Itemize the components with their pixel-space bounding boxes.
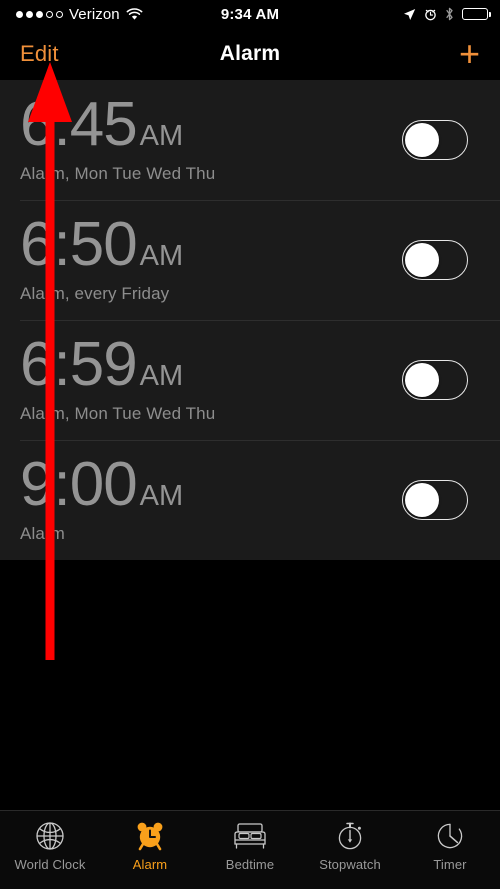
- alarm-time-period: AM: [139, 359, 184, 392]
- toggle-knob: [404, 242, 439, 277]
- alarm-label: Alarm: [20, 524, 65, 544]
- alarm-toggle[interactable]: [402, 360, 468, 400]
- alarm-info: 6:59 AM Alarm, Mon Tue Wed Thu: [20, 329, 402, 425]
- tab-label: Timer: [433, 857, 467, 872]
- add-alarm-button[interactable]: +: [280, 36, 480, 72]
- alarm-row[interactable]: 6:45 AM Alarm, Mon Tue Wed Thu: [0, 80, 500, 200]
- carrier-name: Verizon: [69, 5, 120, 23]
- status-bar-left: Verizon: [12, 6, 221, 23]
- alarm-label: Alarm, Mon Tue Wed Thu: [20, 164, 216, 184]
- status-bar-right: [279, 7, 491, 21]
- tab-world-clock[interactable]: World Clock: [0, 811, 100, 872]
- status-bar-center: 9:34 AM: [221, 6, 279, 23]
- alarm-clock-icon: [424, 8, 437, 21]
- alarm-time: 9:00 AM: [20, 449, 402, 519]
- alarm-toggle[interactable]: [402, 480, 468, 520]
- tab-label: World Clock: [14, 857, 86, 872]
- alarm-time-value: 6:45: [20, 89, 138, 159]
- alarm-list: 6:45 AM Alarm, Mon Tue Wed Thu 6:50 AM A…: [0, 80, 500, 560]
- alarm-time-period: AM: [139, 239, 184, 272]
- alarm-time-period: AM: [139, 479, 184, 512]
- navigation-bar: Edit Alarm +: [0, 28, 500, 80]
- status-bar: Verizon 9:34 AM: [0, 0, 500, 28]
- location-arrow-icon: [403, 8, 416, 21]
- alarm-toggle[interactable]: [402, 240, 468, 280]
- bed-icon: [232, 819, 268, 853]
- signal-dot-2: [26, 10, 33, 18]
- tab-bedtime[interactable]: Bedtime: [200, 811, 300, 872]
- alarm-time-value: 6:50: [20, 209, 138, 279]
- toggle-knob: [404, 122, 439, 157]
- battery-icon: [462, 8, 491, 20]
- wifi-icon: [126, 7, 143, 21]
- bluetooth-icon: [445, 7, 454, 21]
- alarm-row[interactable]: 6:50 AM Alarm, every Friday: [0, 200, 500, 320]
- alarm-info: 6:45 AM Alarm, Mon Tue Wed Thu: [20, 89, 402, 185]
- alarm-clock-icon: [134, 819, 166, 853]
- tab-bar: World Clock Alarm Bedtime Stopwatch Time…: [0, 810, 500, 889]
- tab-timer[interactable]: Timer: [400, 811, 500, 872]
- alarm-label: Alarm, every Friday: [20, 284, 170, 304]
- stopwatch-icon: [334, 819, 366, 853]
- alarm-toggle[interactable]: [402, 120, 468, 160]
- status-bar-clock: 9:34 AM: [220, 5, 280, 23]
- tab-label: Alarm: [132, 857, 168, 872]
- globe-icon: [34, 819, 66, 853]
- alarm-info: 9:00 AM Alarm: [20, 449, 402, 545]
- toggle-knob: [404, 482, 439, 517]
- tab-stopwatch[interactable]: Stopwatch: [300, 811, 400, 872]
- alarm-row[interactable]: 9:00 AM Alarm: [0, 440, 500, 560]
- alarm-time-value: 6:59: [20, 329, 138, 399]
- alarm-time-value: 9:00: [20, 449, 138, 519]
- toggle-knob: [404, 362, 439, 397]
- signal-dot-3: [36, 10, 43, 18]
- signal-dot-4: [46, 10, 53, 18]
- alarm-info: 6:50 AM Alarm, every Friday: [20, 209, 402, 305]
- iphone-screen: Verizon 9:34 AM Edit Alarm + 6:45 AM Ala…: [0, 0, 500, 889]
- tab-alarm[interactable]: Alarm: [100, 811, 200, 872]
- signal-dot-5: [56, 10, 63, 18]
- tab-label: Stopwatch: [319, 857, 381, 872]
- page-title: Alarm: [219, 42, 281, 65]
- signal-dot-1: [16, 10, 23, 18]
- alarm-time: 6:45 AM: [20, 89, 402, 159]
- edit-button[interactable]: Edit: [20, 41, 220, 67]
- alarm-row[interactable]: 6:59 AM Alarm, Mon Tue Wed Thu: [0, 320, 500, 440]
- alarm-time-period: AM: [139, 119, 184, 152]
- signal-strength-dots: [16, 10, 63, 18]
- alarm-time: 6:50 AM: [20, 209, 402, 279]
- empty-list-area: [0, 560, 500, 796]
- alarm-time: 6:59 AM: [20, 329, 402, 399]
- tab-label: Bedtime: [225, 857, 275, 872]
- alarm-label: Alarm, Mon Tue Wed Thu: [20, 404, 216, 424]
- timer-icon: [434, 819, 466, 853]
